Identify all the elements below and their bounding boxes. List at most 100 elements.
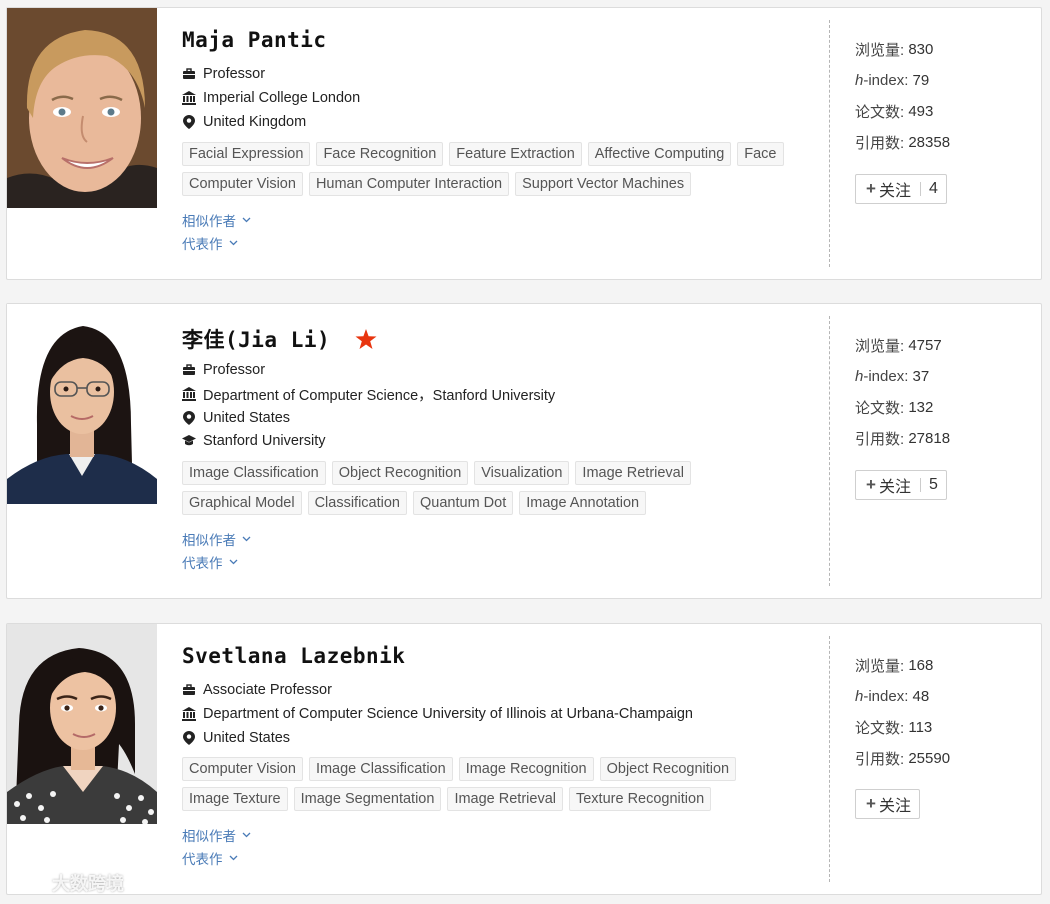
author-name[interactable]: 李佳(Jia Li) bbox=[182, 324, 377, 355]
institution-icon bbox=[182, 91, 196, 105]
author-stats: 浏览量: 168 h-index: 48 论文数: 113 引用数: 25590… bbox=[855, 650, 1035, 819]
citations-label: 引用数: bbox=[855, 751, 905, 768]
research-tag[interactable]: Computer Vision bbox=[182, 757, 303, 781]
representative-works-toggle[interactable]: 代表作 bbox=[182, 848, 238, 868]
similar-authors-toggle[interactable]: 相似作者 bbox=[182, 825, 251, 845]
research-tag[interactable]: Object Recognition bbox=[599, 757, 737, 781]
research-tag[interactable]: Face Recognition bbox=[316, 142, 444, 166]
card-divider bbox=[829, 636, 830, 882]
author-institution: Department of Computer Science，Stanford … bbox=[182, 383, 555, 405]
views-label: 浏览量: bbox=[855, 42, 905, 59]
papers-label: 论文数: bbox=[855, 104, 905, 121]
hindex-label: -index: bbox=[863, 368, 909, 385]
author-institution: Imperial College London bbox=[182, 87, 360, 109]
research-tag[interactable]: Facial Expression bbox=[182, 142, 311, 166]
author-position: Associate Professor bbox=[182, 679, 332, 701]
institution-text: Department of Computer Science，Stanford … bbox=[203, 387, 556, 404]
research-tag[interactable]: Feature Extraction bbox=[449, 142, 582, 166]
author-name[interactable]: Svetlana Lazebnik bbox=[182, 644, 405, 668]
position-text: Associate Professor bbox=[203, 682, 332, 698]
research-tag[interactable]: Visualization bbox=[474, 461, 570, 485]
papers-stat: 论文数: 493 bbox=[855, 96, 1035, 127]
position-text: Professor bbox=[203, 66, 266, 82]
author-name[interactable]: Maja Pantic bbox=[182, 28, 327, 52]
similar-authors-label: 相似作者 bbox=[182, 214, 236, 229]
author-country: United Kingdom bbox=[182, 111, 306, 133]
research-tag[interactable]: Face bbox=[737, 142, 784, 166]
views-stat: 浏览量: 168 bbox=[855, 650, 1035, 681]
research-tag[interactable]: Image Texture bbox=[182, 787, 288, 811]
watermark-text: 大数跨境 bbox=[52, 874, 124, 894]
card-divider bbox=[829, 20, 830, 267]
plus-icon: + bbox=[866, 794, 876, 813]
author-photo[interactable] bbox=[7, 8, 157, 208]
briefcase-icon bbox=[182, 363, 196, 377]
research-tag[interactable]: Image Retrieval bbox=[447, 787, 563, 811]
research-tag[interactable]: Texture Recognition bbox=[568, 787, 712, 811]
research-tag[interactable]: Image Classification bbox=[308, 757, 453, 781]
representative-works-toggle[interactable]: 代表作 bbox=[182, 552, 238, 572]
papers-label: 论文数: bbox=[855, 400, 905, 417]
research-tag[interactable]: Affective Computing bbox=[587, 142, 732, 166]
citations-stat: 引用数: 27818 bbox=[855, 423, 1035, 454]
author-card: 李佳(Jia Li) Professor Department of Compu… bbox=[6, 303, 1042, 599]
views-value: 4757 bbox=[908, 337, 942, 354]
views-value: 168 bbox=[908, 657, 934, 674]
hindex-value: 37 bbox=[912, 368, 930, 385]
research-tag[interactable]: Image Classification bbox=[182, 461, 326, 485]
author-card: Svetlana Lazebnik Associate Professor De… bbox=[6, 623, 1042, 895]
citations-value: 25590 bbox=[908, 750, 951, 767]
research-tag[interactable]: Image Annotation bbox=[519, 491, 647, 515]
author-institution: Department of Computer Science Universit… bbox=[182, 703, 693, 725]
views-stat: 浏览量: 4757 bbox=[855, 330, 1035, 361]
card-divider bbox=[829, 316, 830, 586]
author-country: United States bbox=[182, 727, 290, 749]
star-icon[interactable] bbox=[355, 329, 377, 355]
research-tag[interactable]: Object Recognition bbox=[331, 461, 469, 485]
tag-list: Facial Expression Face Recognition Featu… bbox=[182, 142, 812, 202]
follow-button[interactable]: + 关注 5 bbox=[855, 470, 947, 500]
follow-button[interactable]: + 关注 4 bbox=[855, 174, 947, 204]
chevron-down-icon bbox=[242, 536, 251, 542]
research-tag[interactable]: Support Vector Machines bbox=[515, 172, 692, 196]
author-organization: Stanford University bbox=[182, 430, 326, 452]
similar-authors-label: 相似作者 bbox=[182, 829, 236, 844]
chevron-down-icon bbox=[242, 832, 251, 838]
hindex-stat: h-index: 79 bbox=[855, 65, 1035, 96]
research-tag[interactable]: Quantum Dot bbox=[413, 491, 514, 515]
hindex-value: 79 bbox=[912, 72, 930, 89]
watermark-logo-icon bbox=[8, 873, 48, 893]
organization-text: Stanford University bbox=[203, 433, 326, 449]
institution-text: Department of Computer Science Universit… bbox=[203, 706, 693, 722]
views-label: 浏览量: bbox=[855, 658, 905, 675]
citations-stat: 引用数: 28358 bbox=[855, 127, 1035, 158]
citations-value: 27818 bbox=[908, 430, 951, 447]
similar-authors-toggle[interactable]: 相似作者 bbox=[182, 529, 251, 549]
research-tag[interactable]: Image Recognition bbox=[458, 757, 594, 781]
research-tag[interactable]: Human Computer Interaction bbox=[308, 172, 510, 196]
representative-works-toggle[interactable]: 代表作 bbox=[182, 233, 238, 253]
position-text: Professor bbox=[203, 362, 266, 378]
research-tag[interactable]: Image Retrieval bbox=[575, 461, 691, 485]
research-tag[interactable]: Graphical Model bbox=[182, 491, 302, 515]
representative-works-label: 代表作 bbox=[182, 237, 223, 252]
views-stat: 浏览量: 830 bbox=[855, 34, 1035, 65]
plus-icon: + bbox=[866, 179, 876, 198]
follow-label: 关注 bbox=[878, 479, 911, 496]
papers-value: 132 bbox=[908, 399, 934, 416]
research-tag[interactable]: Computer Vision bbox=[182, 172, 303, 196]
follow-button[interactable]: + 关注 bbox=[855, 789, 920, 819]
research-tag[interactable]: Classification bbox=[307, 491, 407, 515]
similar-authors-toggle[interactable]: 相似作者 bbox=[182, 210, 251, 230]
tag-list: Image Classification Object Recognition … bbox=[182, 461, 812, 521]
author-photo[interactable] bbox=[7, 624, 157, 824]
follow-label: 关注 bbox=[878, 183, 911, 200]
views-value: 830 bbox=[908, 41, 934, 58]
follow-count: 4 bbox=[928, 180, 938, 197]
research-tag[interactable]: Image Segmentation bbox=[293, 787, 442, 811]
author-photo[interactable] bbox=[7, 304, 157, 504]
briefcase-icon bbox=[182, 67, 196, 81]
author-name-text: 李佳(Jia Li) bbox=[182, 328, 331, 352]
hindex-stat: h-index: 48 bbox=[855, 681, 1035, 712]
representative-works-label: 代表作 bbox=[182, 852, 223, 867]
